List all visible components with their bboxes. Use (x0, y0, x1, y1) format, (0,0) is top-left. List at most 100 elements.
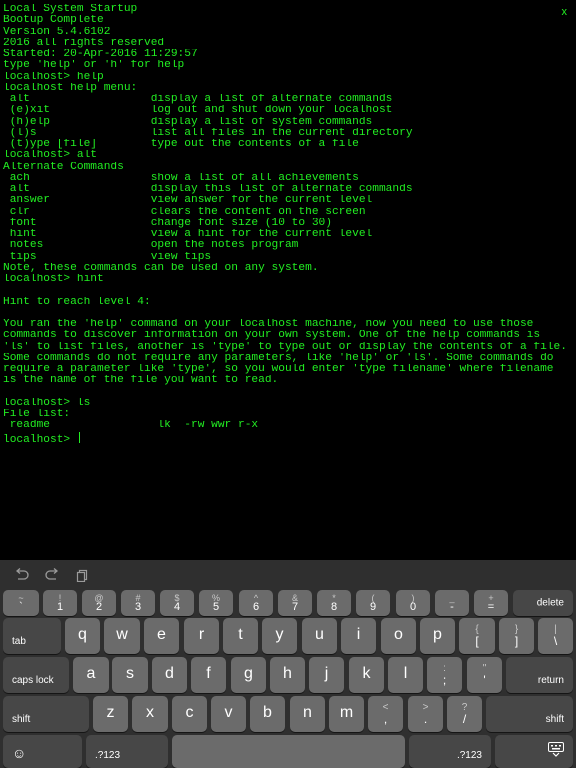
terminal-line: clr clears the content on the screen (3, 206, 366, 218)
key-a[interactable]: a (73, 657, 109, 693)
key-x[interactable]: x (132, 696, 168, 732)
key-s[interactable]: s (112, 657, 148, 693)
terminal-prompt-line[interactable]: localhost> (3, 431, 569, 443)
key-tilde[interactable]: ~ ` (3, 590, 39, 616)
key-6[interactable]: ^ 6 (239, 590, 273, 616)
key-o[interactable]: o (381, 618, 416, 654)
terminal-line: 'ls' to list files, another is 'type' to… (3, 341, 567, 353)
key-slash[interactable]: ? / (447, 696, 482, 732)
key-b[interactable]: b (250, 696, 285, 732)
key-0[interactable]: ) 0 (396, 590, 430, 616)
terminal-line: localhost> alt (3, 150, 97, 162)
key-comma[interactable]: <, (368, 696, 403, 732)
terminal-line: Alternate Commands (3, 161, 124, 173)
key-7[interactable]: & 7 (278, 590, 312, 616)
key-3[interactable]: #3 (121, 590, 155, 616)
key-letter: b (263, 704, 272, 722)
onscreen-keyboard: ~ `! 1 @2 #3 $4% 5 ^ 6 & 7 * 8(9) 0 _ - + = delete tab q w e r t… (0, 560, 576, 768)
key-semicolon[interactable]: :; (427, 657, 462, 693)
key-letter: e (157, 626, 166, 644)
key-symbol: 8 (330, 601, 338, 613)
left-shift-key[interactable]: shift (3, 696, 89, 732)
key-w[interactable]: w (104, 618, 140, 654)
undo-icon[interactable] (14, 568, 30, 582)
key-v[interactable]: v (211, 696, 246, 732)
return-key-label: return (537, 675, 564, 686)
keyboard-row: ☺ .?123 .?123 (0, 735, 576, 768)
terminal-line: localhost> hint (3, 274, 104, 285)
key-j[interactable]: j (309, 657, 344, 693)
key-p[interactable]: p (420, 618, 455, 654)
key-c[interactable]: c (172, 696, 207, 732)
keyboard-row: tab q w e r t y u i o p {[}] | \ (0, 618, 576, 654)
numbers-key-left[interactable]: .?123 (86, 735, 168, 768)
key-9[interactable]: (9 (356, 590, 390, 616)
key-letter: r (198, 626, 205, 644)
keyboard-hide-icon (548, 742, 564, 762)
tab-key[interactable]: tab (3, 618, 61, 654)
key-r[interactable]: r (184, 618, 219, 654)
keyboard-shortcut-bar (0, 560, 576, 590)
key-l[interactable]: l (388, 657, 423, 693)
key-backslash[interactable]: | \ (538, 618, 573, 654)
key-e[interactable]: e (144, 618, 179, 654)
key-f[interactable]: f (191, 657, 226, 693)
key-letter: k (362, 665, 371, 683)
keyboard-row: ~ `! 1 @2 #3 $4% 5 ^ 6 & 7 * 8(9) 0 _ - + = delete (0, 590, 576, 616)
right-shift-key[interactable]: shift (486, 696, 573, 732)
paste-icon[interactable] (75, 568, 91, 583)
key-8[interactable]: * 8 (317, 590, 351, 616)
key-letter: f (206, 665, 211, 683)
key-h[interactable]: h (270, 657, 305, 693)
delete-key[interactable]: delete (513, 590, 573, 616)
key-g[interactable]: g (231, 657, 266, 693)
right-shift-key-label: shift (545, 714, 564, 725)
key-m[interactable]: m (329, 696, 364, 732)
terminal-line: answer view answer for the current level (3, 195, 373, 207)
terminal-line: Version 5.4.6102 (3, 26, 111, 38)
key-z[interactable]: z (93, 696, 128, 732)
key-2[interactable]: @2 (82, 590, 116, 616)
key-symbol: ] (514, 634, 519, 648)
key-d[interactable]: d (152, 657, 187, 693)
key-4[interactable]: $4 (160, 590, 194, 616)
emoji-key[interactable]: ☺ (3, 735, 82, 768)
return-key[interactable]: return (506, 657, 573, 693)
key-letter: d (165, 665, 174, 683)
key-quote[interactable]: " ' (467, 657, 502, 693)
key-1[interactable]: ! 1 (43, 590, 77, 616)
key-letter: j (324, 665, 329, 683)
emoji-key-label: ☺ (12, 745, 27, 761)
delete-key-label: delete (536, 597, 564, 609)
terminal-screen[interactable]: Local System Startup Bootup Complete Versi… (0, 0, 576, 560)
hide-keyboard-key[interactable] (495, 735, 573, 768)
key-left-bracket[interactable]: {[ (459, 618, 495, 654)
key-symbol: 0 (409, 601, 417, 613)
terminal-line: is the name of the file you want to read… (3, 375, 279, 387)
keyboard-row: shift z x c v b n m <, >.? / shift (0, 696, 576, 732)
key-y[interactable]: y (262, 618, 297, 654)
key-q[interactable]: q (65, 618, 100, 654)
key-5[interactable]: % 5 (199, 590, 233, 616)
space-bar[interactable] (172, 735, 405, 768)
key-right-bracket[interactable]: }] (499, 618, 534, 654)
key-i[interactable]: i (341, 618, 376, 654)
key-minus[interactable]: _ - (435, 590, 469, 616)
key-t[interactable]: t (223, 618, 258, 654)
key-k[interactable]: k (349, 657, 384, 693)
redo-icon[interactable] (44, 568, 60, 582)
caps-lock-key[interactable]: caps lock (3, 657, 69, 693)
key-equals[interactable]: + = (474, 590, 508, 616)
close-button[interactable]: x (562, 6, 568, 18)
key-period[interactable]: >. (408, 696, 443, 732)
key-u[interactable]: u (302, 618, 337, 654)
key-n[interactable]: n (290, 696, 325, 732)
terminal-line: File list: (3, 409, 71, 420)
key-symbol: ' (483, 673, 486, 687)
terminal-line: readme lk -rw wwr r-x (3, 420, 259, 432)
numbers-key-right[interactable]: .?123 (409, 735, 491, 768)
terminal-output: Local System Startup Bootup Complete Versi… (3, 4, 569, 443)
terminal-line: alt display a list of alternate commands (3, 94, 393, 105)
